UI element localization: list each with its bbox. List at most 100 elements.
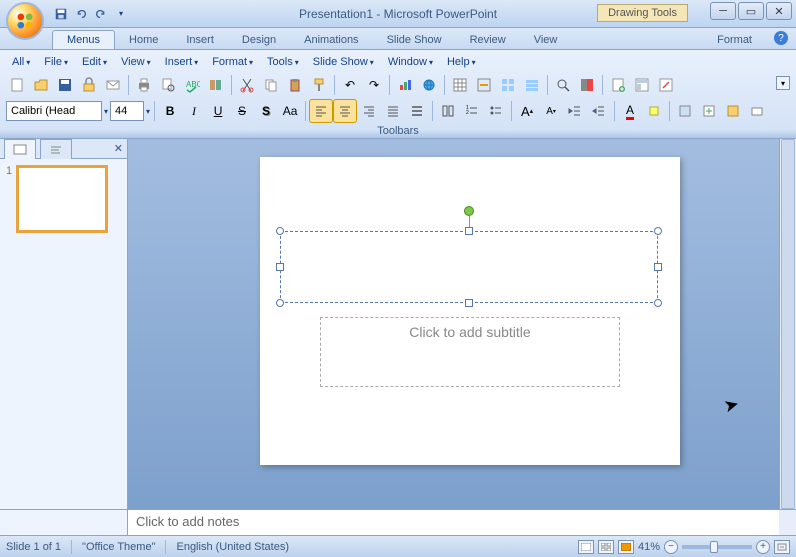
paste-icon[interactable]: [284, 74, 306, 96]
resize-handle-bl[interactable]: [276, 299, 284, 307]
align-center-button[interactable]: [334, 100, 356, 122]
tab-home[interactable]: Home: [115, 31, 172, 49]
increase-font-button[interactable]: A▴: [516, 100, 538, 122]
help-icon[interactable]: ?: [774, 31, 788, 45]
menu-file[interactable]: File▾: [38, 54, 74, 70]
hyperlink-icon[interactable]: [418, 74, 440, 96]
menu-help[interactable]: Help▾: [441, 54, 482, 70]
rotate-handle[interactable]: [464, 206, 474, 216]
research-icon[interactable]: [205, 74, 227, 96]
font-color-button[interactable]: A: [619, 100, 641, 122]
outline-tab-icon[interactable]: [40, 139, 72, 159]
copy-icon[interactable]: [260, 74, 282, 96]
bold-button[interactable]: B: [159, 100, 181, 122]
menu-all[interactable]: All▾: [6, 54, 36, 70]
zoom-value[interactable]: 41%: [638, 541, 660, 553]
guides-icon[interactable]: [521, 74, 543, 96]
menu-edit[interactable]: Edit▾: [76, 54, 113, 70]
table-icon[interactable]: [449, 74, 471, 96]
new-slide-icon[interactable]: [607, 74, 629, 96]
font-size-dropdown-icon[interactable]: ▾: [146, 107, 150, 116]
close-button[interactable]: ✕: [766, 2, 792, 20]
resize-handle-l[interactable]: [276, 263, 284, 271]
tab-design[interactable]: Design: [228, 31, 290, 49]
background-button[interactable]: [722, 100, 744, 122]
distributed-button[interactable]: [406, 100, 428, 122]
italic-button[interactable]: I: [183, 100, 205, 122]
spelling-icon[interactable]: ABC: [181, 74, 203, 96]
qat-customize-icon[interactable]: ▾: [112, 5, 130, 23]
menu-insert[interactable]: Insert▾: [159, 54, 205, 70]
tab-insert[interactable]: Insert: [172, 31, 228, 49]
open-icon[interactable]: [30, 74, 52, 96]
design-button[interactable]: [674, 100, 696, 122]
zoom-slider-thumb[interactable]: [710, 541, 718, 553]
maximize-button[interactable]: ▭: [738, 2, 764, 20]
layout-icon[interactable]: [631, 74, 653, 96]
menu-window[interactable]: Window▾: [382, 54, 439, 70]
save-icon[interactable]: [54, 74, 76, 96]
align-right-button[interactable]: [358, 100, 380, 122]
resize-handle-t[interactable]: [465, 227, 473, 235]
subtitle-placeholder[interactable]: Click to add subtitle: [320, 317, 620, 387]
resize-handle-r[interactable]: [654, 263, 662, 271]
font-name-dropdown-icon[interactable]: ▾: [104, 107, 108, 116]
font-size-input[interactable]: [110, 101, 144, 121]
color-grayscale-icon[interactable]: [576, 74, 598, 96]
print-icon[interactable]: [133, 74, 155, 96]
permission-icon[interactable]: [78, 74, 100, 96]
save-icon[interactable]: [52, 5, 70, 23]
slide-canvas[interactable]: Click to add subtitle: [260, 157, 680, 465]
vertical-scrollbar[interactable]: [779, 139, 796, 509]
menu-tools[interactable]: Tools▾: [261, 54, 305, 70]
chart-icon[interactable]: [394, 74, 416, 96]
justify-button[interactable]: [382, 100, 404, 122]
zoom-slider[interactable]: [682, 545, 752, 549]
resize-handle-b[interactable]: [465, 299, 473, 307]
zoom-icon[interactable]: [552, 74, 574, 96]
new-icon[interactable]: [6, 74, 28, 96]
undo-icon[interactable]: [72, 5, 90, 23]
new-slide-button[interactable]: [698, 100, 720, 122]
resize-handle-br[interactable]: [654, 299, 662, 307]
decrease-font-button[interactable]: A▾: [540, 100, 562, 122]
minimize-button[interactable]: ─: [710, 2, 736, 20]
cut-icon[interactable]: [236, 74, 258, 96]
undo-icon[interactable]: ↶: [339, 74, 361, 96]
tab-review[interactable]: Review: [456, 31, 520, 49]
slide-orientation-button[interactable]: [746, 100, 768, 122]
numbering-button[interactable]: 12: [461, 100, 483, 122]
office-button[interactable]: [6, 2, 44, 40]
decrease-indent-button[interactable]: [564, 100, 586, 122]
notes-input[interactable]: Click to add notes: [128, 510, 796, 535]
reset-icon[interactable]: [655, 74, 677, 96]
highlight-button[interactable]: [643, 100, 665, 122]
menu-format[interactable]: Format▾: [206, 54, 259, 70]
shadow-button[interactable]: S: [255, 100, 277, 122]
slide-thumbnail[interactable]: 1: [6, 165, 121, 233]
change-case-button[interactable]: Aa: [279, 100, 301, 122]
print-preview-icon[interactable]: [157, 74, 179, 96]
resize-handle-tl[interactable]: [276, 227, 284, 235]
redo-icon[interactable]: [92, 5, 110, 23]
ribbon-expand-icon[interactable]: ▾: [776, 76, 790, 90]
resize-handle-tr[interactable]: [654, 227, 662, 235]
menu-slideshow[interactable]: Slide Show▾: [307, 54, 380, 70]
status-language[interactable]: English (United States): [176, 541, 289, 553]
panel-close-icon[interactable]: ✕: [114, 142, 123, 155]
tab-slideshow[interactable]: Slide Show: [373, 31, 456, 49]
strikethrough-button[interactable]: S: [231, 100, 253, 122]
title-placeholder[interactable]: [280, 231, 658, 303]
underline-button[interactable]: U: [207, 100, 229, 122]
email-icon[interactable]: [102, 74, 124, 96]
redo-icon[interactable]: ↷: [363, 74, 385, 96]
align-left-button[interactable]: [310, 100, 332, 122]
columns-button[interactable]: [437, 100, 459, 122]
tab-view[interactable]: View: [520, 31, 572, 49]
tables-borders-icon[interactable]: [473, 74, 495, 96]
tab-animations[interactable]: Animations: [290, 31, 372, 49]
scrollbar-thumb[interactable]: [781, 139, 795, 509]
increase-indent-button[interactable]: [588, 100, 610, 122]
tab-menus[interactable]: Menus: [52, 30, 115, 49]
format-painter-icon[interactable]: [308, 74, 330, 96]
